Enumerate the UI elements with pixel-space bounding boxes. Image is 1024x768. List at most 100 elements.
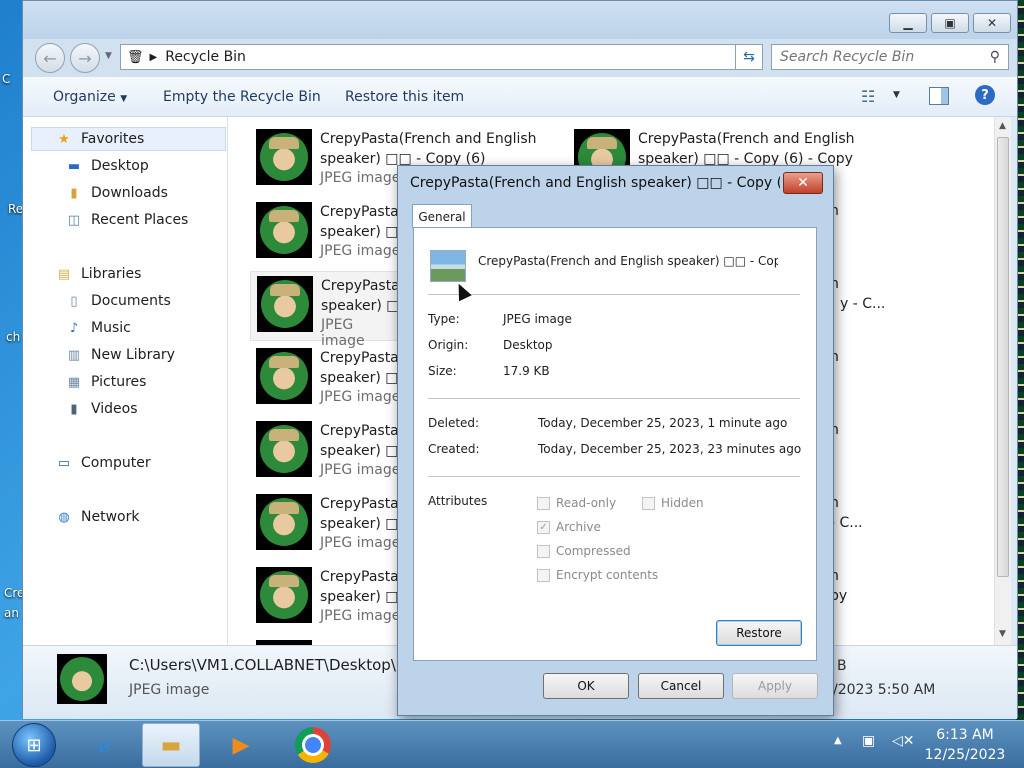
folder-icon: ▬ (160, 732, 182, 758)
desktop-icon-label[interactable]: an (4, 606, 19, 620)
volume-muted-icon[interactable]: ◁✕ (892, 733, 915, 749)
recycle-bin-icon: 🗑 (127, 49, 144, 65)
vertical-scrollbar[interactable]: ▲ ▼ (994, 117, 1011, 645)
cancel-button[interactable]: Cancel (638, 673, 724, 699)
media-player-icon: ▶ (232, 732, 250, 758)
minimize-icon: ▁ (903, 16, 913, 30)
nav-computer[interactable]: ▭ Computer (55, 452, 151, 474)
tab-general[interactable]: General (412, 204, 472, 228)
command-bar: Organize ▼ Empty the Recycle Bin Restore… (23, 77, 1017, 117)
nav-libraries[interactable]: ▤ Libraries (55, 263, 142, 285)
nav-downloads[interactable]: ▮ Downloads (65, 182, 167, 204)
size-value: 17.9 KB (503, 364, 550, 378)
nav-videos[interactable]: ▮ Videos (65, 398, 137, 420)
view-options-icon[interactable]: ☷ (861, 87, 875, 106)
back-button[interactable]: ← (35, 43, 65, 73)
file-name-fragment[interactable]: y - C... (840, 296, 885, 312)
general-tab-panel: CrepyPasta(French and English speaker) □… (413, 227, 817, 661)
network-tray-icon[interactable]: ▣ (862, 733, 875, 749)
nav-network[interactable]: ◍ Network (55, 506, 139, 528)
maximize-icon: ▣ (944, 16, 956, 30)
image-file-icon (430, 250, 466, 282)
address-text: Recycle Bin (165, 49, 246, 65)
selected-file-thumbnail (57, 654, 107, 704)
clock-date: 12/25/2023 (924, 747, 1006, 763)
attributes-label: Attributes (428, 494, 488, 508)
forward-button[interactable]: → (70, 43, 100, 73)
file-type: JPEG image (320, 389, 401, 405)
origin-value: Desktop (503, 338, 553, 352)
downloads-folder-icon: ▮ (70, 185, 78, 201)
taskbar-explorer[interactable]: ▬ (142, 723, 200, 767)
forward-arrow-icon: → (78, 48, 92, 68)
help-icon[interactable]: ? (975, 85, 995, 105)
nav-music[interactable]: ♪ Music (65, 317, 131, 339)
organize-menu[interactable]: Organize ▼ (53, 89, 127, 105)
scroll-up-icon[interactable]: ▲ (999, 121, 1006, 131)
search-box[interactable]: ⚲ (771, 44, 1009, 70)
apply-button: Apply (732, 673, 818, 699)
checkbox-box (537, 568, 550, 582)
maximize-button[interactable]: ▣ (931, 13, 969, 33)
separator (428, 398, 800, 399)
breadcrumb-arrow-icon[interactable]: ▶ (150, 52, 158, 63)
dialog-close-button[interactable]: ✕ (783, 172, 823, 194)
desktop-icon-label[interactable]: C (2, 72, 10, 86)
dialog-title: CrepyPasta(French and English speaker) □… (410, 175, 780, 191)
preview-pane-icon[interactable] (929, 87, 949, 105)
desktop-icon: ▬ (67, 158, 81, 174)
address-bar[interactable]: 🗑 ▶ Recycle Bin ▼ (120, 44, 760, 70)
taskbar-media-player[interactable]: ▶ (212, 723, 270, 767)
nav-documents[interactable]: ▯ Documents (65, 290, 170, 312)
search-input[interactable] (772, 48, 990, 66)
file-item-selected[interactable]: CrepyPasta(speaker) □□ JPEG image (250, 271, 413, 349)
close-icon: ✕ (986, 16, 998, 30)
documents-icon: ▯ (70, 293, 78, 309)
file-name-fragment[interactable]: - C... (830, 515, 863, 531)
restore-item-button[interactable]: Restore this item (345, 89, 464, 105)
deleted-value: Today, December 25, 2023, 1 minute ago (538, 416, 788, 430)
origin-label: Origin: (428, 338, 469, 352)
recent-pages-chevron-icon[interactable]: ▼ (105, 51, 112, 61)
empty-recycle-bin-button[interactable]: Empty the Recycle Bin (163, 89, 321, 105)
properties-dialog: CrepyPasta(French and English speaker) □… (397, 165, 834, 716)
nav-new-library[interactable]: ▥ New Library (65, 344, 175, 366)
scroll-thumb[interactable] (997, 137, 1009, 577)
chevron-down-icon: ▼ (120, 94, 128, 104)
start-button[interactable]: ⊞ (12, 723, 56, 767)
file-name: CrepyPasta(French and English speaker) □… (478, 254, 778, 268)
taskbar-clock[interactable]: 6:13 AM 12/25/2023 (918, 725, 1012, 765)
minimize-button[interactable]: ▁ (889, 13, 927, 33)
file-name: CrepyPasta(French and English speaker) □□… (638, 131, 855, 167)
refresh-icon: ⇆ (743, 49, 755, 65)
title-bar[interactable] (23, 1, 1017, 39)
show-hidden-icons-icon[interactable]: ▲ (834, 735, 842, 746)
selected-file-date-fragment: /2023 5:50 AM (833, 682, 936, 698)
separator (428, 476, 800, 477)
taskbar-internet-explorer[interactable]: ℯ (76, 723, 134, 767)
nav-pictures[interactable]: ▦ Pictures (65, 371, 147, 393)
checkbox-box (537, 496, 550, 510)
separator (428, 294, 800, 295)
search-icon[interactable]: ⚲ (990, 49, 1000, 65)
taskbar-chrome[interactable] (284, 723, 342, 767)
view-chevron-icon[interactable]: ▼ (893, 90, 900, 100)
desktop-icon-label[interactable]: Re (8, 202, 23, 216)
close-button[interactable]: ✕ (973, 13, 1011, 33)
windows-logo-icon: ⊞ (26, 734, 42, 756)
nav-recent-places[interactable]: ◫ Recent Places (65, 209, 189, 231)
ok-button[interactable]: OK (543, 673, 629, 699)
refresh-button[interactable]: ⇆ (735, 44, 763, 70)
scroll-down-icon[interactable]: ▼ (999, 629, 1006, 639)
nav-desktop[interactable]: ▬ Desktop (65, 155, 149, 177)
pictures-icon: ▦ (67, 374, 81, 390)
readonly-checkbox: Read-only (537, 496, 616, 510)
selected-file-size-fragment: B (837, 658, 847, 674)
chrome-icon (295, 727, 331, 763)
clock-time: 6:13 AM (936, 727, 994, 743)
restore-button[interactable]: Restore (716, 620, 802, 646)
nav-favorites[interactable]: ★ Favorites (55, 128, 144, 150)
desktop-icon-label[interactable]: ch (6, 330, 20, 344)
selected-file-type: JPEG image (129, 682, 210, 698)
network-icon: ◍ (58, 509, 70, 525)
